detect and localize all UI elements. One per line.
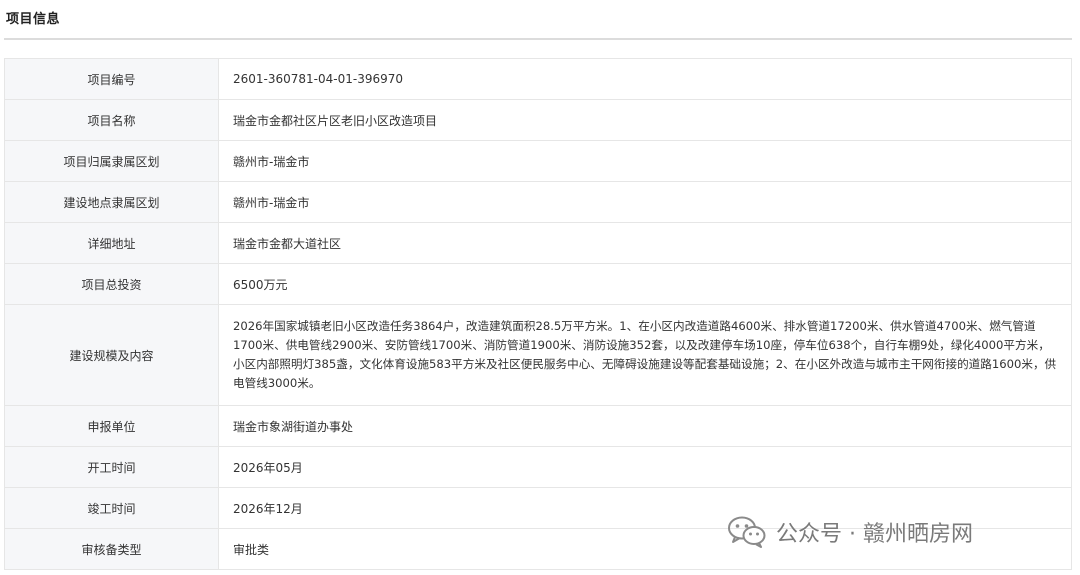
watermark-text: 公众号 · 赣州晒房网 [776, 522, 973, 547]
row-label: 竣工时间 [4, 487, 219, 529]
row-value: 赣州市-瑞金市 [218, 181, 1072, 223]
watermark: 公众号 · 赣州晒房网 [728, 514, 973, 550]
table-row-project-code: 项目编号 2601-360781-04-01-396970 [4, 58, 1072, 100]
table-row-address: 详细地址 瑞金市金都大道社区 [4, 222, 1072, 264]
section-title: 项目信息 [6, 12, 61, 27]
row-value: 2026年05月 [218, 446, 1072, 488]
row-label: 申报单位 [4, 405, 219, 447]
row-label: 建设地点隶属区划 [4, 181, 219, 223]
row-label: 建设规模及内容 [4, 304, 219, 406]
row-label: 详细地址 [4, 222, 219, 264]
row-label: 项目编号 [4, 58, 219, 100]
row-label: 项目归属隶属区划 [4, 140, 219, 182]
row-value: 瑞金市象湖街道办事处 [218, 405, 1072, 447]
table-row-applicant: 申报单位 瑞金市象湖街道办事处 [4, 405, 1072, 447]
row-label: 审核备类型 [4, 528, 219, 570]
row-value: 瑞金市金都大道社区 [218, 222, 1072, 264]
row-label: 开工时间 [4, 446, 219, 488]
section-header: 项目信息 [4, 0, 1072, 40]
table-row-project-name: 项目名称 瑞金市金都社区片区老旧小区改造项目 [4, 99, 1072, 141]
table-row-site-region: 建设地点隶属区划 赣州市-瑞金市 [4, 181, 1072, 223]
row-value: 赣州市-瑞金市 [218, 140, 1072, 182]
row-label: 项目总投资 [4, 263, 219, 305]
table-row-scope: 建设规模及内容 2026年国家城镇老旧小区改造任务3864户，改造建筑面积28.… [4, 304, 1072, 406]
table-row-start-date: 开工时间 2026年05月 [4, 446, 1072, 488]
row-value: 瑞金市金都社区片区老旧小区改造项目 [218, 99, 1072, 141]
table-row-project-region: 项目归属隶属区划 赣州市-瑞金市 [4, 140, 1072, 182]
row-label: 项目名称 [4, 99, 219, 141]
table-row-investment: 项目总投资 6500万元 [4, 263, 1072, 305]
project-info-table: 项目编号 2601-360781-04-01-396970 项目名称 瑞金市金都… [4, 58, 1072, 570]
row-value: 6500万元 [218, 263, 1072, 305]
row-value: 2601-360781-04-01-396970 [218, 58, 1072, 100]
row-value: 2026年国家城镇老旧小区改造任务3864户，改造建筑面积28.5万平方米。1、… [218, 304, 1072, 406]
wechat-icon [728, 516, 766, 548]
